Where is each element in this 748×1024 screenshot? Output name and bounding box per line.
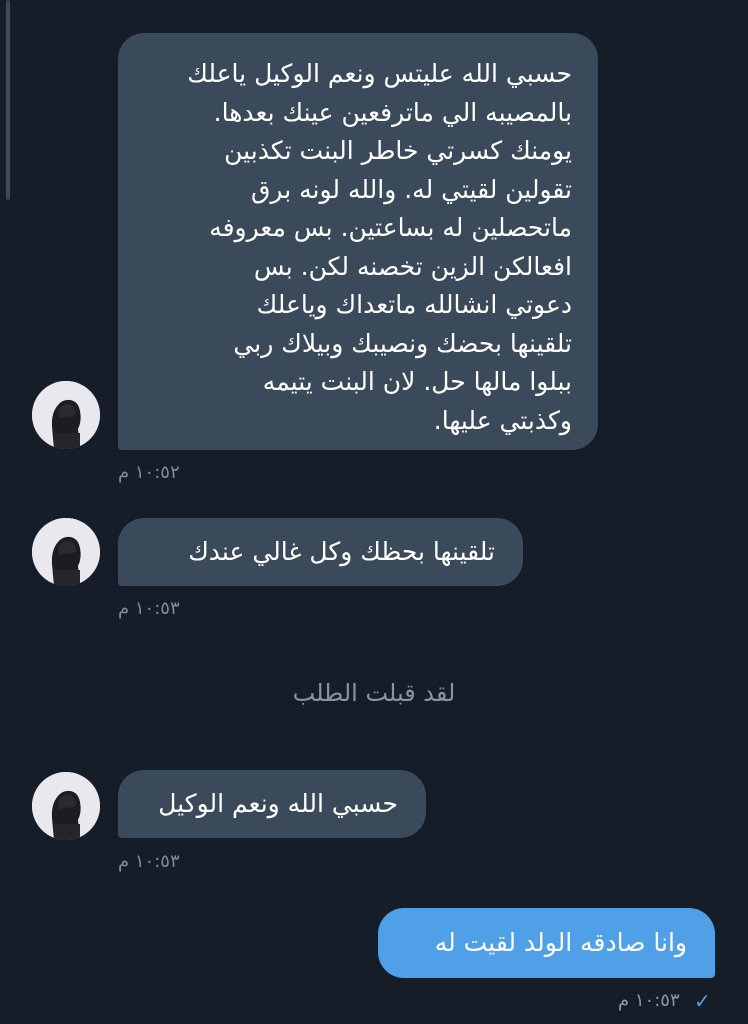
avatar[interactable] <box>32 772 100 840</box>
avatar-icon <box>32 518 100 586</box>
check-icon: ✓ <box>694 989 711 1013</box>
message-text: تلقينها بحظك وكل غالي عندك <box>188 537 495 566</box>
avatar[interactable] <box>32 381 100 449</box>
message-text: حسبي الله ونعم الوكيل <box>158 789 398 818</box>
message-line: ببلوا مالها حل. لان البنت يتيمه <box>262 367 572 396</box>
message-line: افعالكن الزين تخصنه لكن. بس <box>253 251 572 281</box>
message-line: دعوتي انشالله ماتعداك وياعلك <box>256 290 572 319</box>
message-line: يومنك كسرتي خاطر البنت تكذبين <box>224 136 572 165</box>
message-line: تلقينها بحضك ونصيبك وبيلاك ربي <box>233 328 572 358</box>
message-bubble-incoming[interactable]: تلقينها بحظك وكل غالي عندك <box>118 518 523 586</box>
message-timestamp: ١٠:٥٣ م <box>618 990 680 1011</box>
message-line: حسبي الله عليتس ونعم الوكيل ياعلك <box>187 59 572 88</box>
system-note: لقد قبلت الطلب <box>292 679 456 707</box>
message-timestamp: ١٠:٥٣ م <box>118 598 180 619</box>
scrollbar[interactable] <box>6 0 10 200</box>
avatar[interactable] <box>32 518 100 586</box>
message-line: وكذبتي عليها. <box>433 405 572 435</box>
message-timestamp: ١٠:٥٣ م <box>118 851 180 872</box>
message-bubble-incoming[interactable]: حسبي الله عليتس ونعم الوكيل ياعلك بالمصي… <box>118 33 598 450</box>
message-text: وانا صادقه الولد لقيت له <box>434 928 687 957</box>
avatar-icon <box>32 381 100 449</box>
avatar-icon <box>32 772 100 840</box>
message-line: ماتحصلين له بساعتين. بس معروفه <box>209 213 572 242</box>
message-timestamp: ١٠:٥٢ م <box>118 462 180 483</box>
chat-screen: حسبي الله عليتس ونعم الوكيل ياعلك بالمصي… <box>0 0 748 1024</box>
message-bubble-outgoing[interactable]: وانا صادقه الولد لقيت له <box>378 908 715 978</box>
message-line: بالمصيبه الي ماترفعين عينك بعدها. <box>213 97 572 127</box>
message-bubble-incoming[interactable]: حسبي الله ونعم الوكيل <box>118 770 426 838</box>
message-line: تقولين لقيتي له. والله لونه برق <box>251 174 572 204</box>
